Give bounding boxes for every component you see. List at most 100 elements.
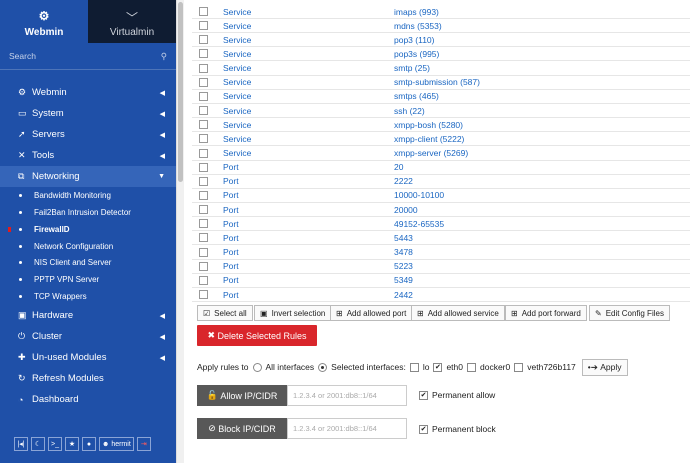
select-all-button[interactable]: ☑ Select all (197, 305, 253, 321)
menu-unused[interactable]: ✚ Un-used Modules ◀ (0, 347, 176, 368)
tools-icon: ✕ (18, 150, 26, 160)
submenu-label: Bandwidth Monitoring (34, 191, 111, 200)
edit-config-button[interactable]: ✎ Edit Config Files (589, 305, 670, 321)
menu-servers[interactable]: ➚ Servers ◀ (0, 124, 176, 145)
table-row: Service ssh (22) (192, 104, 690, 119)
scrollbar[interactable] (176, 0, 184, 463)
row-checkbox[interactable] (199, 120, 208, 130)
row-checkbox[interactable] (199, 190, 208, 200)
palette-icon[interactable]: ● (82, 437, 96, 451)
iface-checkbox-eth0[interactable]: ✔ (433, 362, 443, 372)
add-port-button[interactable]: ⊞ Add allowed port (330, 305, 413, 321)
submenu-item[interactable]: Fail2Ban Intrusion Detector (0, 204, 176, 221)
permanent-allow[interactable]: ✔ Permanent allow (415, 390, 495, 400)
table-row: Port 3478 (192, 246, 690, 260)
permanent-block[interactable]: ✔ Permanent block (415, 424, 496, 434)
iface-checkbox-docker0[interactable] (467, 362, 476, 372)
row-checkbox[interactable] (199, 63, 208, 73)
table-row: Port 49152-65535 (192, 217, 690, 232)
logout-icon[interactable]: ⇥ (136, 437, 151, 451)
permanent-block-checkbox[interactable]: ✔ (419, 424, 428, 434)
rule-type: Service (223, 6, 252, 17)
table-row: Port 5443 (192, 231, 690, 246)
user-button[interactable]: ☻ hermit (99, 437, 134, 451)
block-ip-button[interactable]: ⊘ Block IP/CIDR (197, 418, 287, 439)
tab-virtualmin[interactable]: ﹀ Virtualmin (88, 0, 176, 43)
row-checkbox[interactable] (199, 205, 208, 215)
network-icon: ⧉ (18, 171, 25, 181)
menu-label: Webmin (32, 87, 67, 98)
row-checkbox[interactable] (199, 275, 208, 285)
row-checkbox[interactable] (199, 7, 208, 16)
submenu-item[interactable]: NIS Client and Server (0, 254, 176, 271)
row-checkbox[interactable] (199, 162, 208, 172)
menu-refresh[interactable]: ↻ Refresh Modules (0, 368, 176, 389)
star-icon[interactable]: ★ (65, 437, 79, 451)
delete-rules-button[interactable]: ✖ Delete Selected Rules (197, 325, 317, 346)
search-input[interactable]: Search (9, 51, 36, 61)
row-checkbox[interactable] (199, 21, 208, 31)
allow-ip-button[interactable]: 🔓 Allow IP/CIDR (197, 385, 287, 406)
refresh-icon: ↻ (18, 373, 26, 383)
submenu-item[interactable]: TCP Wrappers (0, 288, 176, 305)
moon-icon[interactable]: ☾ (31, 437, 45, 451)
terminal-icon[interactable]: >_ (48, 437, 62, 451)
menu-dashboard[interactable]: ◔ Dashboard (0, 389, 176, 410)
permanent-allow-checkbox[interactable]: ✔ (419, 390, 428, 400)
sidebar-search[interactable]: Search ⚲ (0, 43, 176, 70)
submenu-item[interactable]: PPTP VPN Server (0, 271, 176, 288)
caret-left-icon: ◀ (159, 312, 165, 320)
menu-tools[interactable]: ✕ Tools ◀ (0, 145, 176, 166)
table-row: Service mdns (5353) (192, 19, 690, 34)
gear-icon: ⚙ (18, 87, 27, 97)
btn-label: Add port forward (521, 308, 581, 318)
tab-webmin[interactable]: ⚙ Webmin (0, 0, 88, 43)
selected-interfaces-radio[interactable] (318, 362, 328, 372)
collapse-icon[interactable]: |◂| (14, 437, 28, 451)
menu-networking[interactable]: ⧉ Networking ▼ (0, 166, 176, 187)
row-checkbox[interactable] (199, 233, 208, 243)
row-checkbox[interactable] (199, 77, 208, 87)
unlock-icon: 🔓 (206, 390, 221, 400)
allow-ip-input[interactable]: 1.2.3.4 or 2001:db8::1/64 (287, 385, 407, 406)
row-checkbox[interactable] (199, 290, 208, 299)
add-service-button[interactable]: ⊞ Add allowed service (411, 305, 505, 321)
row-checkbox[interactable] (199, 261, 208, 271)
all-interfaces-radio[interactable] (252, 362, 262, 372)
btn-label: Delete Selected Rules (217, 330, 307, 341)
menu-label: Cluster (32, 331, 63, 342)
bullet-icon (19, 278, 22, 281)
menu-hardware[interactable]: ▣ Hardware ◀ (0, 305, 176, 326)
menu-cluster[interactable]: ⏻ Cluster ◀ (0, 326, 176, 347)
menu-system[interactable]: ▭ System ◀ (0, 103, 176, 124)
search-icon[interactable]: ⚲ (161, 51, 167, 62)
row-checkbox[interactable] (199, 49, 208, 59)
row-checkbox[interactable] (199, 148, 208, 158)
menu-label: Hardware (32, 310, 74, 321)
scrollbar-thumb[interactable] (178, 2, 183, 182)
row-checkbox[interactable] (199, 91, 208, 101)
menu-label: Un-used Modules (32, 352, 107, 363)
submenu-item-active[interactable]: FirewallD (0, 221, 176, 238)
iface-checkbox-lo[interactable] (409, 362, 419, 372)
rule-name: 20000 (394, 204, 418, 215)
apply-prefix: Apply rules to (197, 362, 249, 372)
row-checkbox[interactable] (199, 106, 208, 116)
rule-name: 2442 (394, 289, 413, 300)
apply-button[interactable]: •➔ Apply (581, 358, 628, 376)
menu-webmin[interactable]: ⚙ Webmin ◀ (0, 82, 176, 103)
tab-virtualmin-label: Virtualmin (109, 27, 155, 38)
row-checkbox[interactable] (199, 35, 208, 45)
invert-selection-button[interactable]: ▣ Invert selection (254, 305, 332, 321)
row-checkbox[interactable] (199, 247, 208, 257)
add-forward-button[interactable]: ⊞ Add port forward (505, 305, 587, 321)
iface-checkbox-veth[interactable] (514, 362, 524, 372)
submenu-item[interactable]: Network Configuration (0, 238, 176, 255)
table-row: Port 10000-10100 (192, 189, 690, 203)
block-ip-input[interactable]: 1.2.3.4 or 2001:db8::1/64 (287, 418, 407, 439)
submenu-item[interactable]: Bandwidth Monitoring (0, 187, 176, 204)
row-checkbox[interactable] (199, 219, 208, 229)
row-checkbox[interactable] (199, 134, 208, 144)
row-checkbox[interactable] (199, 176, 208, 186)
table-row: Port 20000 (192, 203, 690, 218)
